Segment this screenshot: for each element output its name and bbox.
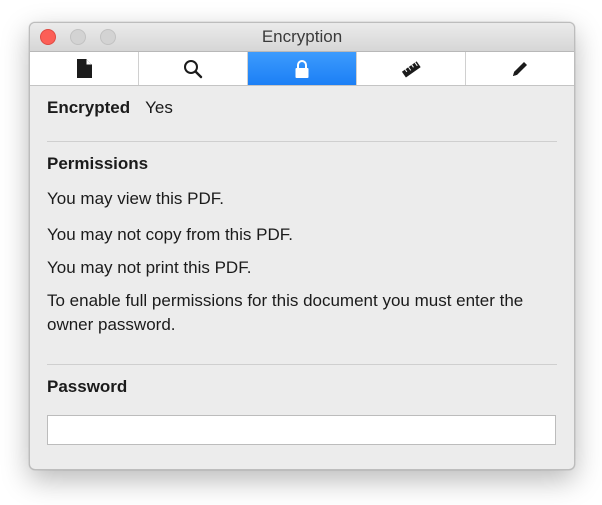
- permission-line: You may not print this PDF.: [47, 258, 252, 277]
- tab-general[interactable]: [30, 52, 139, 85]
- tab-search[interactable]: [139, 52, 248, 85]
- permissions-heading: Permissions: [47, 154, 149, 173]
- password-heading: Password: [47, 377, 128, 396]
- encryption-panel: Encrypted Yes Permissions You may view t…: [30, 86, 574, 445]
- ruler-icon: [401, 60, 421, 77]
- encryption-window: Encryption Encrypted Yes Permissions You…: [29, 22, 575, 470]
- lock-icon: [295, 59, 309, 78]
- tab-encryption[interactable]: [248, 52, 357, 85]
- encrypted-value: Yes: [145, 98, 173, 117]
- tab-annotations[interactable]: [466, 52, 574, 85]
- divider: [47, 141, 557, 142]
- permission-line: You may not copy from this PDF.: [47, 225, 293, 244]
- password-input[interactable]: [47, 415, 556, 445]
- encrypted-row: Encrypted Yes: [47, 86, 557, 130]
- permission-line: You may view this PDF.: [47, 189, 224, 208]
- divider: [47, 364, 557, 365]
- permission-note: To enable full permissions for this docu…: [47, 291, 524, 334]
- title-bar: Encryption: [30, 23, 574, 52]
- inspector-toolbar: [30, 52, 574, 86]
- search-icon: [184, 59, 203, 78]
- pencil-icon: [513, 61, 527, 76]
- tab-crop[interactable]: [357, 52, 466, 85]
- encrypted-label: Encrypted: [47, 98, 131, 117]
- window-title: Encryption: [261, 27, 343, 46]
- document-icon: [77, 59, 92, 78]
